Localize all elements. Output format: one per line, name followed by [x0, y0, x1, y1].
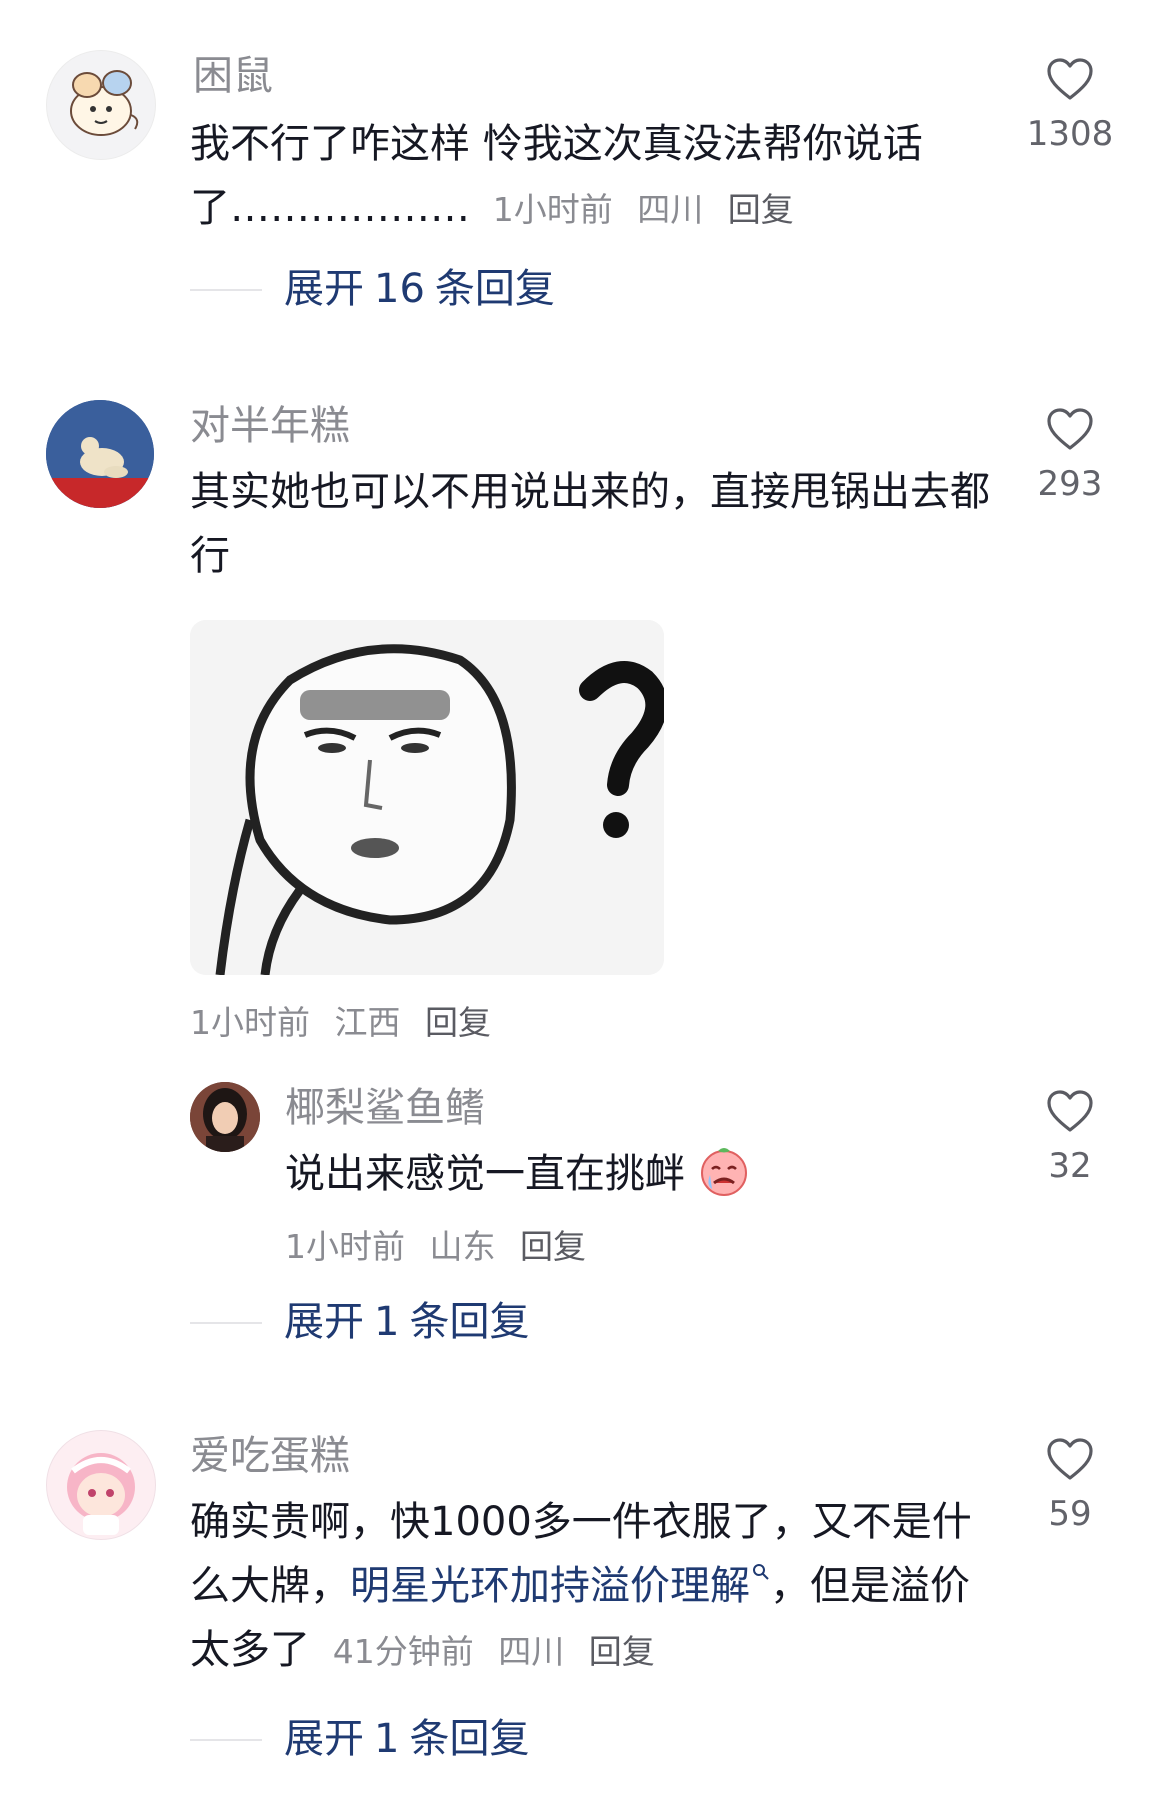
reply-button[interactable]: 回复: [425, 1003, 491, 1042]
comment-username[interactable]: 对半年糕: [190, 402, 350, 450]
like-count: 32: [1048, 1146, 1092, 1186]
avatar[interactable]: [46, 400, 154, 508]
expand-suffix: 条回复: [434, 266, 555, 312]
comment-text-block: 我不行了咋这样 怜我这次真没法帮你说话了……………… 1小时前 四川 回复: [190, 112, 1000, 242]
comment-location: 江西: [334, 1003, 401, 1042]
expand-replies-button[interactable]: 展开 16 条回复: [284, 265, 555, 313]
divider: [190, 1739, 262, 1741]
avatar[interactable]: [46, 50, 156, 160]
reply-time: 1小时前: [285, 1227, 405, 1266]
comment-text-block: 确实贵啊，快1000多一件衣服了，又不是什么大牌，明星光环加持溢价理解 ，但是溢价…: [190, 1490, 980, 1684]
reply-username[interactable]: 椰梨鲨鱼鳍: [285, 1084, 485, 1132]
expand-label: 展开: [284, 1716, 364, 1762]
divider: [190, 289, 262, 291]
search-icon: [753, 1564, 769, 1580]
expand-label: 展开: [284, 266, 364, 312]
reply-location: 山东: [429, 1227, 496, 1266]
comment-time: 1小时前: [190, 1003, 310, 1042]
like-button[interactable]: 1308: [1000, 56, 1140, 154]
avatar[interactable]: [190, 1082, 260, 1152]
comment-username[interactable]: 爱吃蛋糕: [190, 1432, 350, 1480]
comment-location: 四川: [637, 190, 704, 229]
reply-text-block: 说出来感觉一直在挑衅: [285, 1142, 1005, 1206]
expand-label: 展开: [284, 1299, 364, 1345]
expand-suffix: 条回复: [409, 1299, 530, 1345]
comment-time: 1小时前: [492, 190, 613, 229]
heart-icon: [1047, 1438, 1093, 1480]
like-count: 293: [1037, 464, 1103, 504]
comment-meta: 1小时前 江西 回复: [190, 996, 505, 1044]
expand-suffix: 条回复: [409, 1716, 530, 1762]
expand-count: 1: [374, 1299, 400, 1345]
divider: [190, 1322, 262, 1324]
reply-meta: 1小时前 山东 回复: [285, 1220, 600, 1268]
expand-count: 1: [374, 1716, 400, 1762]
heart-icon: [1047, 408, 1093, 450]
search-link[interactable]: 明星光环加持溢价理解: [350, 1563, 770, 1609]
like-button[interactable]: 59: [1000, 1436, 1140, 1534]
avatar[interactable]: [46, 1430, 156, 1540]
like-button[interactable]: 32: [1000, 1088, 1140, 1186]
reply-button[interactable]: 回复: [589, 1632, 655, 1671]
comment-location: 四川: [498, 1632, 565, 1671]
comment-sticker-image[interactable]: [190, 620, 664, 975]
heart-icon: [1047, 1090, 1093, 1132]
search-link-text: 明星光环加持溢价理解: [350, 1563, 750, 1609]
like-button[interactable]: 293: [1000, 406, 1140, 504]
crying-face-emoji: [700, 1148, 747, 1196]
expand-replies-button[interactable]: 展开 1 条回复: [284, 1298, 529, 1346]
comment-username[interactable]: 困鼠: [193, 52, 273, 100]
reply-text: 说出来感觉一直在挑衅: [285, 1151, 685, 1197]
comment-meta: 1小时前 四川 回复: [493, 190, 808, 229]
comment-meta: 41分钟前 四川 回复: [333, 1632, 669, 1671]
comment-text: 其实她也可以不用说出来的，直接甩锅出去都行: [190, 469, 990, 579]
heart-icon: [1047, 58, 1093, 100]
reply-button[interactable]: 回复: [728, 190, 794, 229]
comment-time: 41分钟前: [332, 1632, 474, 1671]
like-count: 59: [1048, 1494, 1092, 1534]
expand-count: 16: [374, 266, 425, 312]
like-count: 1308: [1026, 114, 1114, 154]
reply-button[interactable]: 回复: [520, 1227, 586, 1266]
expand-replies-button[interactable]: 展开 1 条回复: [284, 1715, 529, 1763]
